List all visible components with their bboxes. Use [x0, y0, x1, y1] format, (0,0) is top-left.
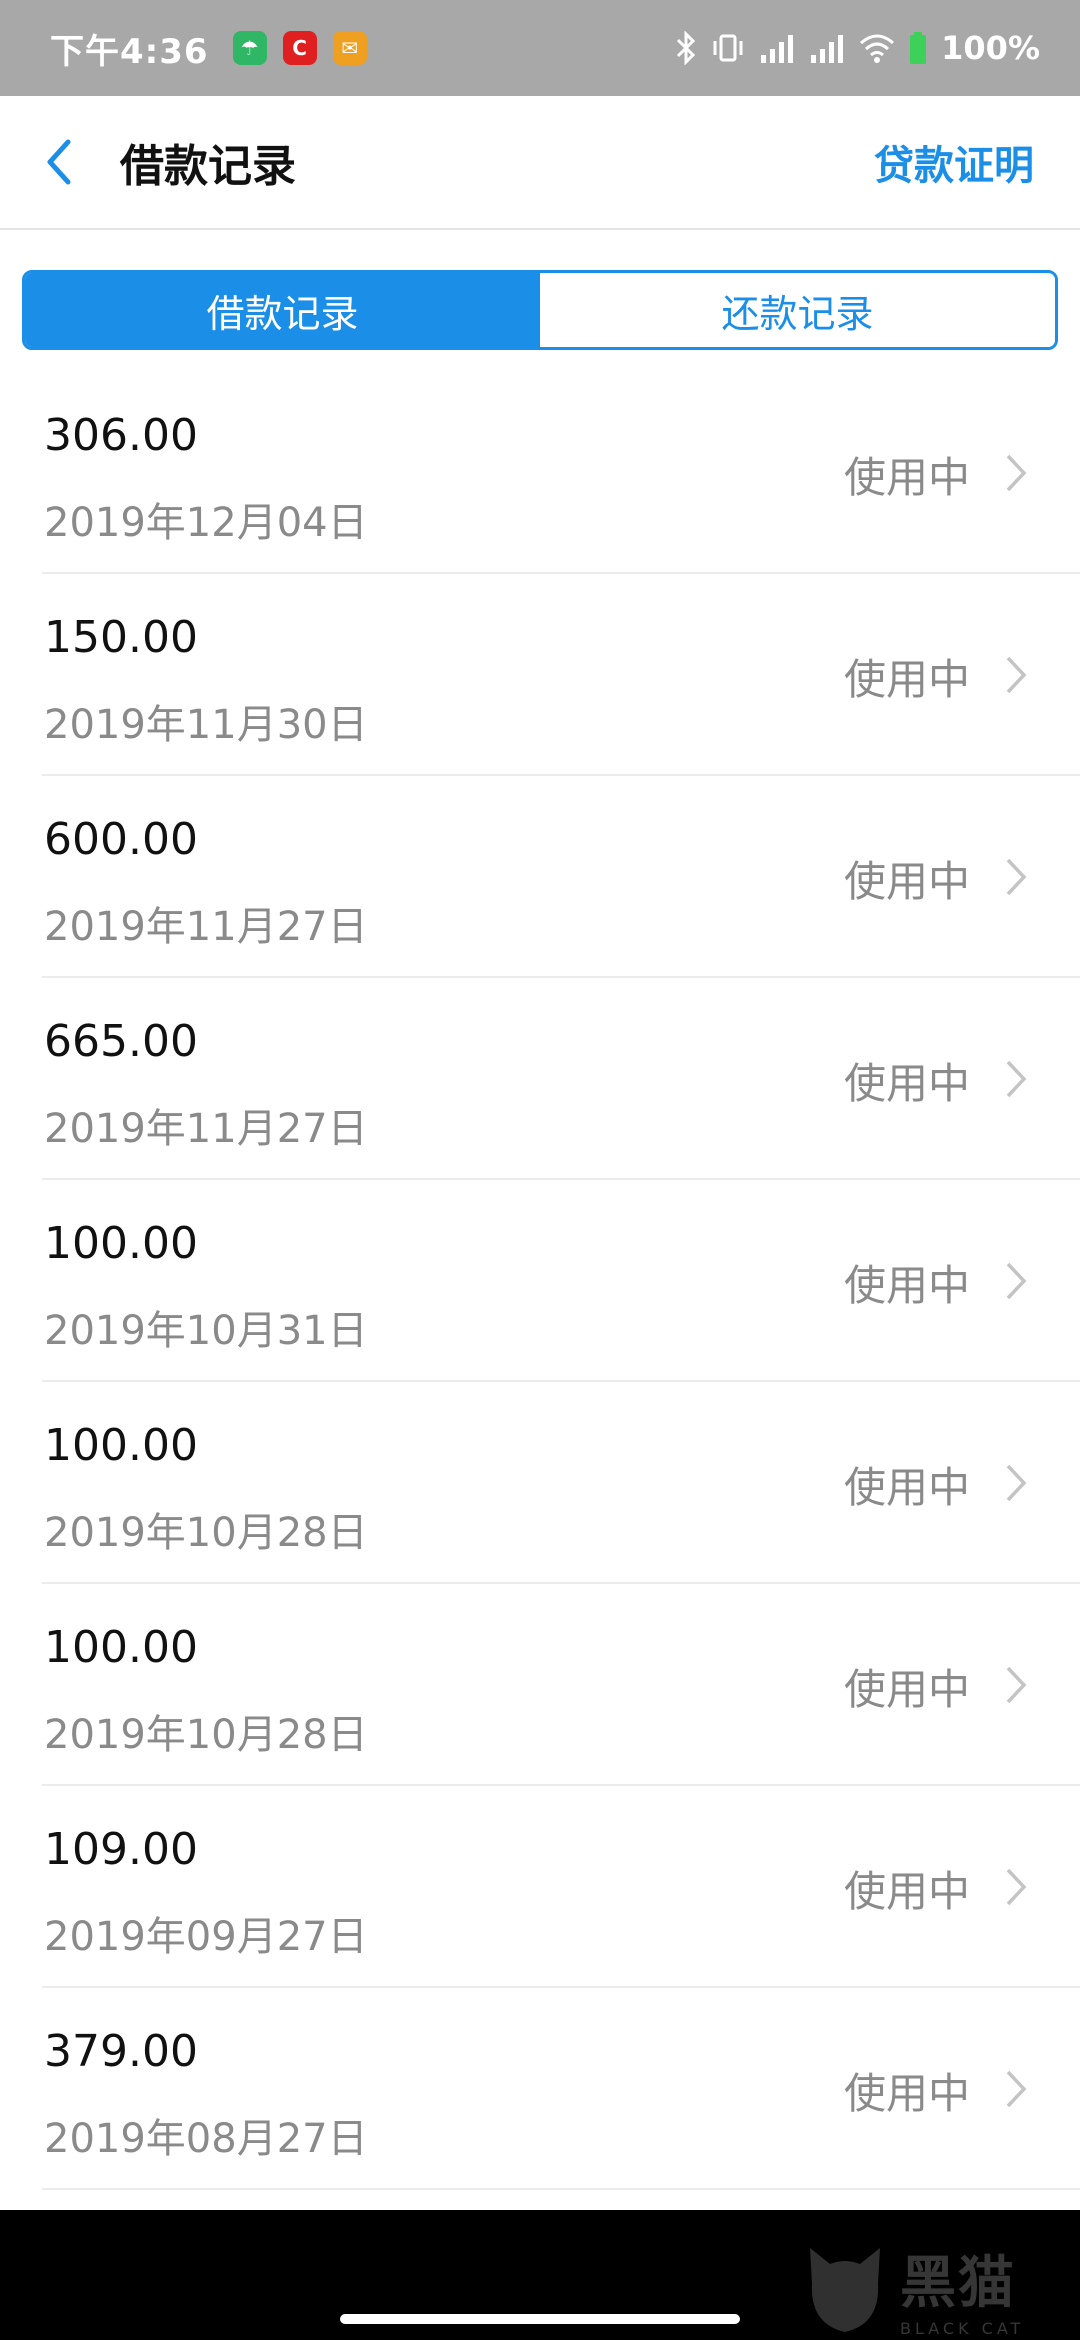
bluetooth-icon [677, 31, 696, 65]
status-bar: 下午4:36 ☂ C ✉ 100% [0, 0, 1080, 96]
status-time: 下午4:36 [50, 31, 209, 72]
signal-icon [761, 35, 794, 63]
list-item[interactable]: 600.00 2019年11月27日 使用中 [42, 776, 1080, 978]
battery-percent: 100% [941, 29, 1040, 67]
loan-date: 2019年11月27日 [44, 1106, 368, 1152]
signal-icon [811, 35, 844, 63]
chevron-right-icon [1006, 2070, 1027, 2108]
battery-icon [910, 32, 927, 64]
watermark-cn: 黑猫 [900, 2251, 1016, 2316]
loan-status: 使用中 [843, 1059, 970, 1108]
loan-amount: 306.00 [44, 410, 198, 461]
loan-amount: 100.00 [44, 1420, 198, 1471]
watermark: 黑猫 BLACK CAT [800, 2238, 1070, 2338]
system-navigation-bar: 黑猫 BLACK CAT [0, 2210, 1080, 2340]
chevron-right-icon [1006, 1060, 1027, 1098]
status-app-icons: ☂ C ✉ [232, 31, 367, 65]
page-title: 借款记录 [120, 141, 296, 192]
list-item[interactable]: 306.00 2019年12月04日 使用中 [42, 372, 1080, 574]
status-indicators: 100% [675, 29, 1040, 67]
chevron-right-icon [1006, 454, 1027, 492]
loan-amount: 100.00 [44, 1218, 198, 1269]
tab-borrow-records[interactable]: 借款记录 [25, 273, 540, 347]
loan-date: 2019年09月27日 [44, 1914, 368, 1960]
list-item[interactable]: 109.00 2019年09月27日 使用中 [42, 1786, 1080, 1988]
list-item[interactable]: 100.00 2019年10月28日 使用中 [42, 1584, 1080, 1786]
chevron-right-icon [1006, 1464, 1027, 1502]
loan-amount: 379.00 [44, 2026, 198, 2077]
watermark-en: BLACK CAT [900, 2319, 1025, 2338]
record-type-tabs: 借款记录 还款记录 [22, 270, 1058, 350]
navigation-bar: 借款记录 贷款证明 [0, 96, 1080, 230]
wifi-icon [860, 34, 895, 63]
list-item[interactable]: 665.00 2019年11月27日 使用中 [42, 978, 1080, 1180]
loan-date: 2019年08月27日 [44, 2116, 368, 2162]
list-item[interactable]: 100.00 2019年10月28日 使用中 [42, 1382, 1080, 1584]
loan-status: 使用中 [843, 655, 970, 704]
chevron-right-icon [1006, 1262, 1027, 1300]
loan-amount: 600.00 [44, 814, 198, 865]
list-item[interactable]: 150.00 2019年11月30日 使用中 [42, 574, 1080, 776]
umbrella-app-icon: ☂ [232, 31, 267, 65]
c-app-icon: C [282, 31, 317, 65]
loan-status: 使用中 [843, 2069, 970, 2118]
loan-amount: 100.00 [44, 1622, 198, 1673]
loan-status: 使用中 [843, 857, 970, 906]
loan-certificate-link[interactable]: 贷款证明 [874, 133, 1034, 191]
vibrate-icon [713, 34, 743, 62]
loan-amount: 665.00 [44, 1016, 198, 1067]
loan-status: 使用中 [843, 1867, 970, 1916]
loan-status: 使用中 [843, 453, 970, 502]
chevron-right-icon [1006, 656, 1027, 694]
loan-amount: 109.00 [44, 1824, 198, 1875]
back-arrow-icon [47, 139, 71, 185]
loan-amount: 150.00 [44, 612, 198, 663]
list-item[interactable]: 100.00 2019年10月31日 使用中 [42, 1180, 1080, 1382]
loan-status: 使用中 [843, 1261, 970, 1310]
loan-date: 2019年10月28日 [44, 1712, 368, 1758]
loan-status: 使用中 [843, 1665, 970, 1714]
chevron-right-icon [1006, 858, 1027, 896]
chevron-right-icon [1006, 1666, 1027, 1704]
loan-date: 2019年10月28日 [44, 1510, 368, 1556]
tab-repayment-records[interactable]: 还款记录 [540, 273, 1055, 347]
cat-logo-icon [810, 2248, 880, 2332]
mail-app-icon: ✉ [332, 31, 367, 65]
loan-date: 2019年11月30日 [44, 702, 368, 748]
back-button[interactable] [0, 95, 120, 229]
loan-status: 使用中 [843, 1463, 970, 1512]
home-indicator[interactable] [340, 2314, 740, 2324]
loan-date: 2019年11月27日 [44, 904, 368, 950]
loan-date: 2019年12月04日 [44, 500, 368, 546]
loan-record-list: 306.00 2019年12月04日 使用中 150.00 2019年11月30… [0, 372, 1080, 2190]
list-item[interactable]: 379.00 2019年08月27日 使用中 [42, 1988, 1080, 2190]
chevron-right-icon [1006, 1868, 1027, 1906]
loan-date: 2019年10月31日 [44, 1308, 368, 1354]
